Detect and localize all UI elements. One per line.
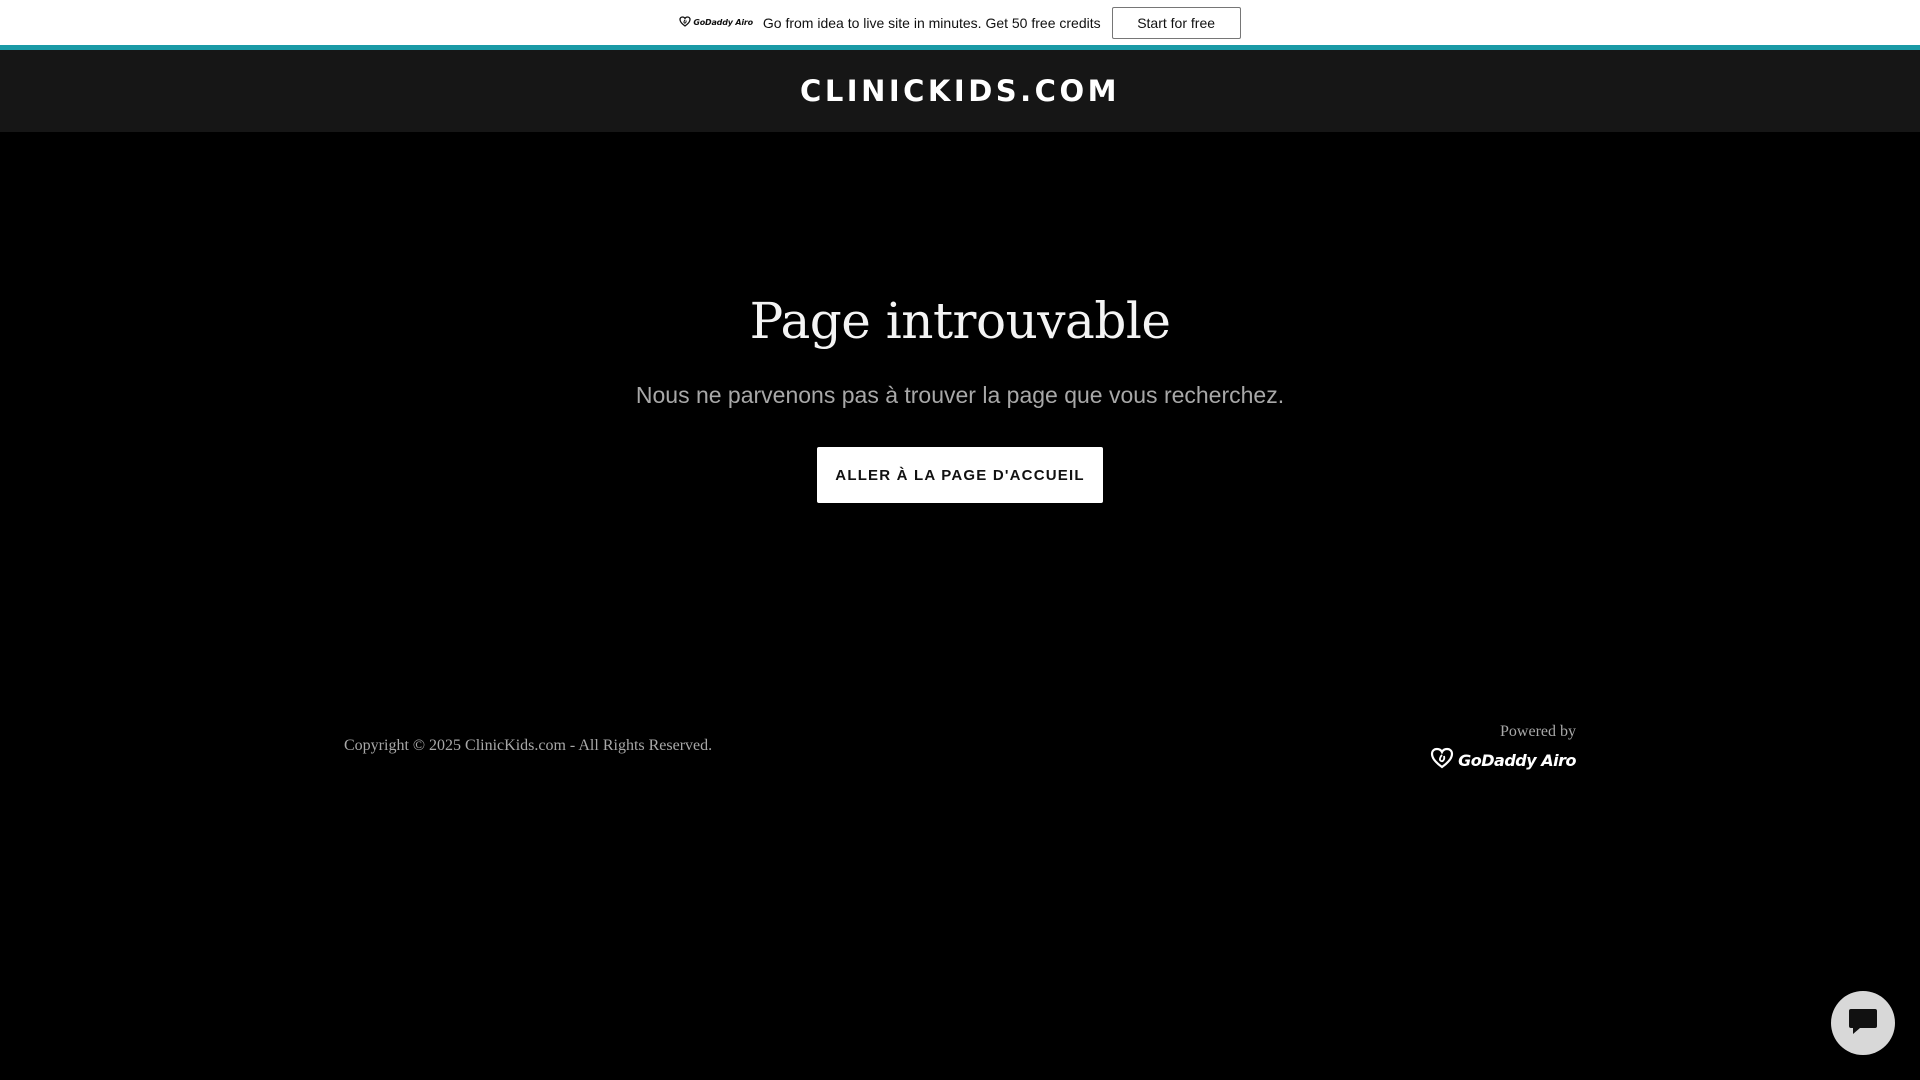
- site-header: CLINICKIDS.COM: [0, 50, 1920, 132]
- chat-bubble-icon: [1847, 1006, 1879, 1041]
- godaddy-airo-logo-text: GoDaddy Airo: [1458, 751, 1576, 770]
- godaddy-heart-icon: [679, 14, 692, 32]
- godaddy-heart-icon: [1430, 747, 1454, 774]
- promo-logo-text: GoDaddy Airo: [693, 18, 753, 27]
- promo-message: Go from idea to live site in minutes. Ge…: [762, 14, 1101, 31]
- powered-by-label: Powered by: [1500, 723, 1576, 740]
- site-title-link[interactable]: CLINICKIDS.COM: [800, 74, 1120, 108]
- not-found-section: Page introuvable Nous ne parvenons pas à…: [0, 132, 1920, 692]
- godaddy-airo-logo-link[interactable]: GoDaddy Airo: [1430, 747, 1576, 774]
- not-found-message: Nous ne parvenons pas à trouver la page …: [635, 382, 1285, 408]
- go-home-button[interactable]: ALLER À LA PAGE D'ACCUEIL: [817, 447, 1103, 503]
- chat-button[interactable]: [1831, 991, 1895, 1055]
- promo-godaddy-logo: GoDaddy Airo: [679, 14, 753, 32]
- page-title: Page introuvable: [749, 292, 1171, 350]
- footer-copyright: Copyright © 2025 ClinicKids.com - All Ri…: [344, 737, 713, 754]
- promo-bar: GoDaddy Airo Go from idea to live site i…: [0, 0, 1920, 45]
- powered-by-block: Powered by GoDaddy Airo: [1430, 723, 1576, 774]
- promo-content: GoDaddy Airo Go from idea to live site i…: [679, 6, 1241, 39]
- start-for-free-button[interactable]: Start for free: [1111, 6, 1241, 39]
